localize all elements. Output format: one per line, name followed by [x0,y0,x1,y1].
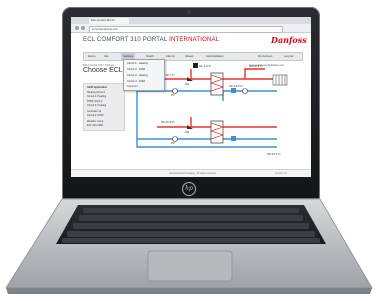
footer-version: Version 1.2 [275,172,287,175]
page-header: ECL COMFORT 310 PORTAL INTERNATIONAL Dan… [71,33,311,50]
menu-log-out[interactable]: Log out [284,53,293,60]
dropdown-item[interactable]: Circuit 4 - DHW [127,80,145,83]
cold-return-pipes [136,90,277,148]
valve-label: M2 [185,130,189,134]
radiator-icon [272,74,288,86]
sensor-label: S5 40.2°C [161,120,176,124]
webcam-icon [187,10,191,14]
dropdown-item[interactable]: Circuit 2 - DHW [127,68,145,71]
menu-alarms[interactable]: Alarms [166,53,175,60]
touchpad [147,250,233,282]
dropdown-item[interactable]: Circuit 1 - Heating [127,62,148,65]
sensor-label: S2 44.0°C [229,84,244,88]
menu-info[interactable]: Info [104,53,109,60]
browser-screen: ECL Comfort 310 Po ecl.portal.danfoss.co… [71,17,311,177]
panel-line[interactable]: Weather comp. [87,120,104,123]
panel-line[interactable]: Circuit 4: DHW [87,114,104,117]
app-title-main: ECL COMFORT 310 PORTAL [83,37,168,43]
panel-line[interactable]: Controller 14 [87,110,101,113]
back-icon[interactable] [75,26,79,30]
panel-line[interactable]: Heating Circuit 1 [87,91,105,94]
menu-home[interactable]: Home [88,53,95,60]
controller-info-panel: A266 Application Heating Circuit 1 Circu… [83,83,125,131]
laptop-lid: ECL Comfort 310 Po ecl.portal.danfoss.co… [62,7,320,199]
deck-front-edge [6,288,372,294]
dropdown-item[interactable]: Circuit 3 - Heating [127,74,148,77]
page-title: Choose ECL [83,67,123,74]
panel-line: A266 Application [87,86,108,89]
sensor-label: S1 4.9°C [199,64,212,68]
panel-line[interactable]: DHW circuit 2 [87,100,102,103]
pump-label: P1 [171,93,175,97]
panel-line[interactable]: Circuit 1: Heating [87,95,106,98]
pump-icons [172,88,248,142]
footer-text: Danfoss District Heating - All rights re… [169,172,216,175]
outdoor-sensor-icon [193,63,198,68]
danfoss-logo: Danfoss [271,35,307,45]
app-title: ECL COMFORT 310 PORTAL INTERNATIONAL [83,37,219,43]
tab-bar: ECL Comfort 310 Po [71,17,311,24]
dropdown-item[interactable]: Common [127,85,138,88]
sensor-markers [231,88,236,141]
panel-line[interactable]: ECL 310 A266 [87,124,103,127]
hp-logo-icon: hp [182,182,196,196]
menu-administration[interactable]: Administration [206,53,224,60]
heat-exchangers [209,72,225,144]
pump-label: P2 [171,141,175,145]
main-menu: Home Info Settings Graph Alarms Values A… [83,52,303,61]
forward-icon[interactable] [81,26,85,30]
valve-label: M1 [185,82,189,86]
page-footer: Danfoss District Heating - All rights re… [71,169,311,177]
menu-my-account[interactable]: My Account [258,53,272,60]
address-bar-row: ecl.portal.danfoss.com [71,24,311,33]
settings-dropdown: Circuit 1 - Heating Circuit 2 - DHW Circ… [123,59,165,91]
menu-values[interactable]: Values [185,53,193,60]
panel-line[interactable]: Circuit 3: Heating [87,104,106,107]
sensor-label: S6 22.1°C [267,152,282,156]
app-title-accent: INTERNATIONAL [169,37,220,43]
address-input[interactable]: ecl.portal.danfoss.com [89,25,283,33]
sensor-label: S4 55.3°C [249,64,264,68]
